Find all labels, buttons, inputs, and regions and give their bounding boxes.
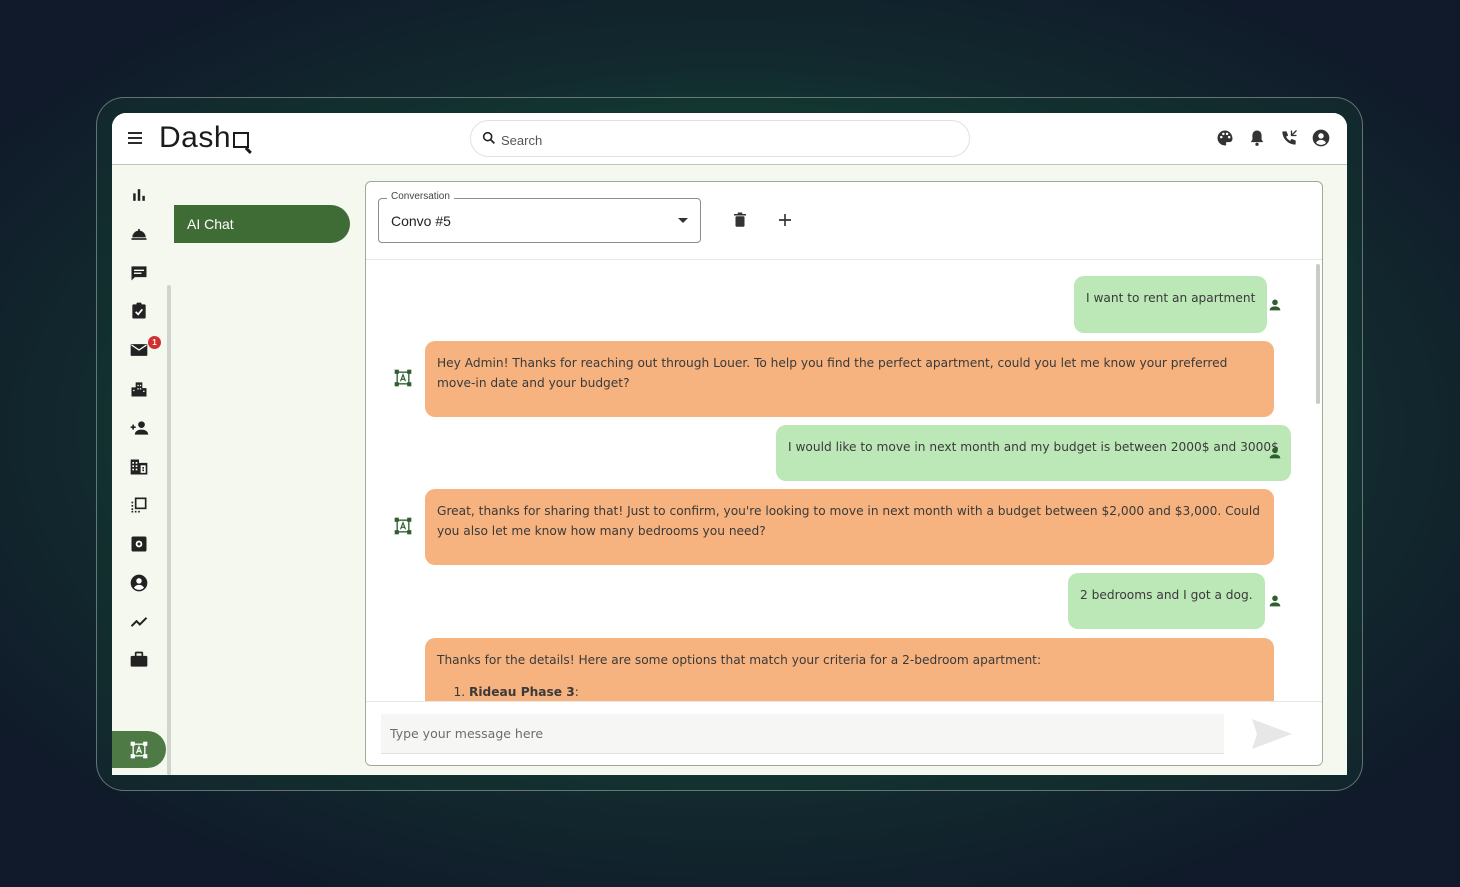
conversation-select[interactable]: Conversation Convo #5 [378,191,701,243]
add-icon[interactable] [776,211,794,229]
city-icon[interactable] [129,379,149,399]
bot-message: Great, thanks for sharing that! Just to … [425,489,1274,565]
user-message: 2 bedrooms and I got a dog. [1068,573,1265,629]
search-input[interactable] [501,130,941,150]
palette-icon[interactable] [1215,128,1235,148]
message-icon[interactable] [129,263,149,283]
mail-icon[interactable] [129,340,149,360]
logo-q-mark [233,132,250,148]
caret-down-icon [678,218,688,223]
person-add-icon[interactable] [129,418,149,438]
bar-chart-icon[interactable] [129,185,149,205]
ai-bot-icon [394,517,412,535]
user-avatar-icon [1269,595,1281,607]
subnav-label: AI Chat [187,216,234,232]
trending-icon[interactable] [129,612,149,632]
top-bar: Dash [112,113,1347,165]
clipboard-check-icon[interactable] [129,301,149,321]
phone-icon[interactable] [1279,128,1299,148]
messages-scrollbar[interactable] [1316,264,1320,404]
header-actions [1215,128,1331,148]
apartment-options-list: Rideau Phase 3: [469,683,1262,702]
mail-badge: 1 [148,336,161,349]
list-item: Rideau Phase 3: [469,683,1262,702]
send-icon[interactable] [1250,716,1294,752]
bot-message: Hey Admin! Thanks for reaching out throu… [425,341,1274,417]
building-icon[interactable] [129,457,149,477]
app-window: Dash 1 AI Chat [112,113,1347,775]
bot-message: Thanks for the details! Here are some op… [425,638,1274,701]
ai-bot-icon [394,369,412,387]
user-message: I want to rent an apartment [1074,276,1268,333]
bell-icon[interactable] [1247,128,1267,148]
delete-icon[interactable] [731,211,749,229]
search-icon [482,131,495,144]
user-avatar-icon [1269,447,1281,459]
icon-rail: 1 [112,166,168,775]
settings-box-icon[interactable] [129,534,149,554]
message-list: I want to rent an apartment Hey Admin! T… [366,261,1322,701]
conversation-select-value: Convo #5 [391,213,451,229]
account-circle-icon[interactable] [1311,128,1331,148]
rail-scrollbar[interactable] [167,285,171,775]
menu-icon[interactable] [128,129,148,149]
account-icon[interactable] [129,573,149,593]
briefcase-icon[interactable] [129,650,149,670]
chat-panel: Conversation Convo #5 I want to rent an … [365,181,1323,766]
ai-chat-icon[interactable] [129,740,149,760]
logo-text: Dash [159,121,232,154]
search-bar [470,120,970,157]
conversation-select-label: Conversation [387,191,454,202]
app-logo[interactable]: Dash [159,121,250,155]
message-input[interactable] [381,714,1224,754]
conversation-header: Conversation Convo #5 [366,182,1322,260]
user-message: I would like to move in next month and m… [776,425,1291,481]
select-all-icon[interactable] [129,495,149,515]
subnav-ai-chat[interactable]: AI Chat [174,205,350,243]
user-avatar-icon [1269,299,1281,311]
message-composer [366,701,1322,765]
room-service-icon[interactable] [129,224,149,244]
